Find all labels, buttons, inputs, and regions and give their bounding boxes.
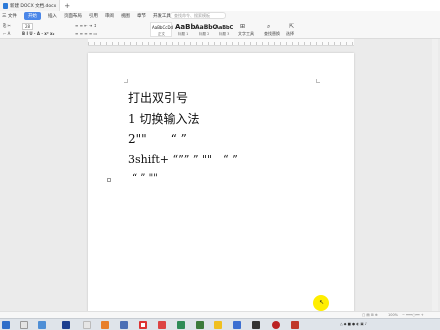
taskbar-app-icon[interactable]	[233, 321, 241, 329]
tab-title: 新建 DOCX 文档.docx	[10, 3, 57, 9]
doc-line-4[interactable]: 3shift+ “”” ” "" “ ”	[128, 153, 238, 166]
menu-insert[interactable]: 插入	[48, 13, 57, 19]
font-style-buttons[interactable]: B I U · A · x² x₂	[22, 31, 54, 36]
style-heading-1-name: 标题 1	[178, 32, 189, 36]
style-normal-sample: AaBbCcDd	[152, 25, 174, 30]
menu-home[interactable]: 开始	[23, 12, 41, 20]
style-heading-1-sample: AaBb	[175, 23, 196, 31]
taskbar-app-icon[interactable]	[120, 321, 128, 329]
system-tray-icons[interactable]: △ ◆ ■ ● ◐ ▣ ♪	[340, 322, 367, 326]
doc-line-1[interactable]: 打出双引号	[128, 89, 188, 106]
paste-icon[interactable]: ⎘ ✂	[3, 23, 11, 28]
taskbar-app-icon[interactable]	[272, 321, 280, 329]
style-heading-3[interactable]: AaBbC 标题 3	[214, 22, 234, 37]
tab-document[interactable]: 新建 DOCX 文档.docx	[0, 0, 61, 11]
style-normal[interactable]: AaBbCcDd 正文	[150, 22, 174, 37]
select-icon[interactable]: ⇱	[289, 23, 294, 30]
document-page[interactable]: 打出双引号 1 切换输入法 2"" “ ” 3shift+ “”” ” "" “…	[88, 53, 354, 313]
taskbar-app-icon[interactable]	[252, 321, 260, 329]
docx-icon	[3, 2, 8, 9]
select-label[interactable]: 选择	[286, 31, 294, 37]
paragraph-list-icons[interactable]: ≡ ≡ ⇤ ⇥ ↕	[75, 23, 97, 28]
style-heading-2[interactable]: AaBbC 标题 2	[194, 22, 217, 37]
text-tools-label[interactable]: 文字工具	[238, 31, 254, 37]
taskbar-app-icon[interactable]	[158, 321, 166, 329]
style-heading-3-name: 标题 3	[219, 32, 230, 36]
mouse-cursor-icon: ↖	[319, 299, 325, 306]
view-mode-icons[interactable]: ▢ ▤ ⊞ ⊕	[362, 313, 378, 317]
find-replace-icon[interactable]: ⌕	[267, 23, 270, 31]
find-replace-label[interactable]: 查找替换	[264, 31, 280, 37]
font-size-select[interactable]: 28	[22, 23, 34, 30]
horizontal-ruler[interactable]	[88, 39, 354, 46]
menu-references[interactable]: 引用	[89, 13, 98, 19]
vertical-scrollbar[interactable]	[432, 39, 438, 311]
paragraph-layout-icon[interactable]	[107, 178, 111, 182]
search-input[interactable]: 查找命令、搜索模板	[170, 12, 226, 19]
menu-review[interactable]: 审阅	[105, 13, 114, 19]
menu-file[interactable]: 三 文件	[2, 13, 17, 19]
menu-page-layout[interactable]: 页面布局	[64, 13, 82, 19]
status-bar: ▢ ▤ ⊞ ⊕ 100% − ━━━○━━ +	[0, 311, 440, 318]
folder-icon[interactable]	[214, 321, 222, 329]
taskbar: △ ◆ ■ ● ◐ ▣ ♪	[0, 318, 440, 330]
taskbar-app-icon[interactable]	[83, 321, 91, 329]
start-icon[interactable]	[2, 321, 10, 329]
excel-icon[interactable]	[177, 321, 185, 329]
menu-view[interactable]: 视图	[121, 13, 130, 19]
style-normal-name: 正文	[158, 32, 165, 36]
taskbar-app-icon[interactable]	[20, 321, 28, 329]
photoshop-icon[interactable]	[62, 321, 70, 329]
browser-icon[interactable]	[139, 321, 147, 329]
title-bar: 新建 DOCX 文档.docx +	[0, 0, 440, 11]
menu-developer[interactable]: 开发工具	[153, 13, 171, 19]
text-tools-icon[interactable]: ⊞	[240, 23, 245, 30]
menu-bar: 三 文件 开始 插入 页面布局 引用 审阅 视图 章节 开发工具 会员专享 查找…	[0, 11, 440, 21]
ribbon-toolbar: ⎘ ✂ ⌐ A 28 B I U · A · x² x₂ ≡ ≡ ⇤ ⇥ ↕ ≡…	[0, 21, 440, 39]
style-heading-2-name: 标题 2	[199, 32, 210, 36]
doc-line-2[interactable]: 1 切换输入法	[128, 110, 199, 127]
taskbar-app-icon[interactable]	[38, 321, 46, 329]
margin-mark-top-left	[124, 79, 128, 83]
style-heading-3-sample: AaBbC	[215, 25, 234, 31]
doc-line-3[interactable]: 2"" “ ”	[128, 132, 187, 146]
zoom-level[interactable]: 100%	[388, 313, 398, 317]
format-painter-icon[interactable]: ⌐ A	[3, 31, 10, 36]
wps-icon[interactable]	[291, 321, 299, 329]
taskbar-app-icon[interactable]	[101, 321, 109, 329]
paragraph-align-icons[interactable]: ≡ ≡ ≡ ≡ ▭	[75, 31, 97, 36]
style-heading-1[interactable]: AaBb 标题 1	[173, 22, 196, 37]
ruler-ticks	[88, 42, 354, 45]
margin-mark-top-right	[316, 79, 320, 83]
new-tab-icon[interactable]: +	[64, 2, 70, 10]
menu-section[interactable]: 章节	[137, 13, 146, 19]
taskbar-app-icon[interactable]	[196, 321, 204, 329]
doc-line-5[interactable]: “ ” ""	[132, 173, 158, 184]
zoom-slider[interactable]: − ━━━○━━ +	[402, 313, 424, 317]
